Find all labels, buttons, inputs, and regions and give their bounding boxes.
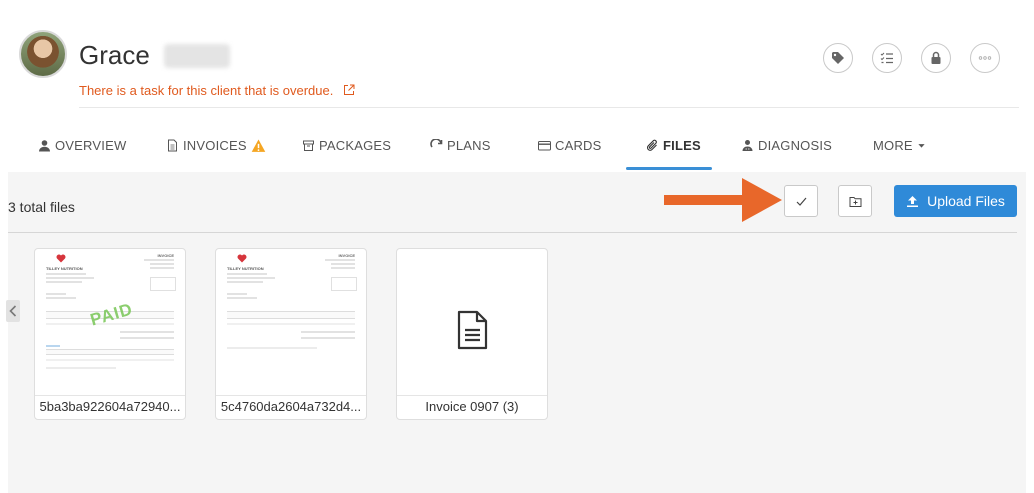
paperclip-icon <box>647 139 657 151</box>
checkmark-icon <box>796 197 806 206</box>
tab-label: PLANS <box>447 138 491 153</box>
tab-label: FILES <box>663 138 701 153</box>
file-card[interactable]: TILLEY NUTRITION INVOICE 5c4760da2604a73… <box>215 248 367 420</box>
avatar[interactable] <box>19 30 67 78</box>
annotation-arrow-icon <box>664 178 782 222</box>
tab-label: INVOICES <box>183 138 247 153</box>
external-link-icon[interactable] <box>343 84 355 96</box>
active-tab-indicator <box>626 167 712 170</box>
caret-down-icon <box>918 144 925 148</box>
lock-button[interactable] <box>921 43 951 73</box>
file-icon <box>457 310 488 350</box>
more-dots-icon <box>978 56 992 60</box>
paid-stamp: PAID <box>88 299 136 330</box>
invoice-brand: TILLEY NUTRITION <box>46 266 83 271</box>
tag-icon <box>832 52 844 64</box>
heart-logo-icon <box>56 254 66 263</box>
tab-overview[interactable]: OVERVIEW <box>38 138 126 153</box>
checklist-icon <box>880 52 893 64</box>
client-header: Grace There is a task for this client th… <box>0 0 1034 108</box>
user-icon <box>39 140 50 152</box>
tab-packages[interactable]: PACKAGES <box>302 138 391 153</box>
file-thumbnail <box>397 249 547 395</box>
files-divider <box>8 232 1017 233</box>
file-card[interactable]: TILLEY NUTRITION INVOICE PAID 5ba3ba9226… <box>34 248 186 420</box>
heart-logo-icon <box>237 254 247 263</box>
tab-label: MORE <box>873 138 913 153</box>
upload-files-button[interactable]: Upload Files <box>894 185 1017 217</box>
invoice-heading: INVOICE <box>157 253 174 258</box>
invoice-heading: INVOICE <box>338 253 355 258</box>
users-icon <box>742 140 753 151</box>
file-name: Invoice 0907 (3) <box>425 399 519 414</box>
file-name: 5c4760da2604a732d4... <box>220 399 362 414</box>
invoice-brand: TILLEY NUTRITION <box>227 266 264 271</box>
tab-label: CARDS <box>555 138 602 153</box>
tab-diagnosis[interactable]: DIAGNOSIS <box>741 138 832 153</box>
upload-files-label: Upload Files <box>927 193 1005 209</box>
tag-button[interactable] <box>823 43 853 73</box>
box-icon <box>303 140 314 151</box>
folder-plus-icon <box>849 196 861 207</box>
checklist-button[interactable] <box>872 43 902 73</box>
upload-icon <box>907 195 919 207</box>
lock-icon <box>931 51 941 64</box>
tab-invoices[interactable]: INVOICES <box>166 138 266 153</box>
tab-label: PACKAGES <box>319 138 392 153</box>
redacted-last-name <box>164 44 230 68</box>
tab-cards[interactable]: CARDS <box>538 138 602 153</box>
tab-plans[interactable]: PLANS <box>430 138 491 153</box>
new-folder-button[interactable] <box>838 185 872 217</box>
tab-label: DIAGNOSIS <box>758 138 833 153</box>
file-card[interactable]: Invoice 0907 (3) <box>396 248 548 420</box>
warning-icon <box>251 139 266 152</box>
tab-files[interactable]: FILES <box>646 138 701 153</box>
overdue-notice-text: There is a task for this client that is … <box>79 83 334 98</box>
total-files-count: 3 total files <box>8 199 75 215</box>
credit-card-icon <box>538 141 551 151</box>
select-files-button[interactable] <box>784 185 818 217</box>
tab-more[interactable]: MORE <box>873 138 926 153</box>
client-name: Grace <box>79 40 150 70</box>
file-name: 5ba3ba922604a72940... <box>39 399 181 414</box>
refresh-icon <box>430 139 443 148</box>
overdue-notice[interactable]: There is a task for this client that is … <box>79 83 355 98</box>
tab-label: OVERVIEW <box>55 138 127 153</box>
document-icon <box>168 139 177 152</box>
more-actions-button[interactable] <box>970 43 1000 73</box>
chevron-left-icon <box>9 305 17 317</box>
invoice-thumbnail: TILLEY NUTRITION INVOICE PAID <box>35 249 185 395</box>
client-tabs: OVERVIEW INVOICES PACKAGES PLANS CARDS F… <box>0 108 1034 172</box>
invoice-thumbnail: TILLEY NUTRITION INVOICE <box>216 249 366 395</box>
scroll-left-button[interactable] <box>6 300 20 322</box>
